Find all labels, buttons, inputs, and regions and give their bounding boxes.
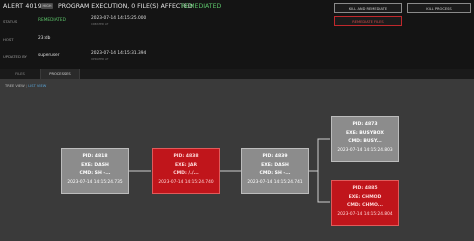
process-node[interactable]: PID: 4873 EXE: BUSYBOX CMD: BUSY... 2023… <box>331 116 399 162</box>
node-time: 2023-07-14 14:15:24.735 <box>67 179 123 185</box>
severity-badge: HIGH <box>41 3 53 9</box>
alert-id: ALERT 40196 <box>3 3 47 10</box>
tree-view-link[interactable]: TREE VIEW <box>5 84 25 88</box>
status-value: REMEDIATED <box>38 18 66 23</box>
status-label: STATUS <box>3 19 18 24</box>
tab-files[interactable]: FILES <box>0 69 40 79</box>
process-node[interactable]: PID: 4839 EXE: DASH CMD: SH -... 2023-07… <box>241 148 309 194</box>
node-cmd: CMD: BUSY... <box>348 139 382 145</box>
node-exe: EXE: CHMOD <box>348 194 382 200</box>
node-exe: EXE: JAR <box>174 162 198 168</box>
node-cmd: CMD: SH -... <box>79 171 111 177</box>
alert-title: PROGRAM EXECUTION, 0 FILE(S) AFFECTED <box>58 3 193 10</box>
node-pid: PID: 4818 <box>82 154 108 159</box>
kill-and-remediate-btn-display[interactable]: KILL AND REMEDIATE <box>334 3 402 13</box>
node-pid: PID: 4839 <box>262 154 288 159</box>
node-time: 2023-07-14 14:15:24.740 <box>158 179 214 185</box>
node-pid: PID: 4885 <box>352 186 378 191</box>
node-exe: EXE: DASH <box>261 162 289 168</box>
view-separator: | <box>25 84 28 88</box>
process-node[interactable]: PID: 4818 EXE: DASH CMD: SH -... 2023-07… <box>61 148 129 194</box>
node-cmd: CMD: SH -... <box>259 171 291 177</box>
host-value[interactable]: 23:db <box>38 36 50 41</box>
node-pid: PID: 4838 <box>173 154 199 159</box>
updated-by-label: UPDATED BY <box>3 54 27 59</box>
node-pid: PID: 4873 <box>352 122 378 127</box>
remediate-files-button[interactable]: REMEDIATE FILES <box>334 16 402 26</box>
view-toggle: TREE VIEW | LIST VIEW <box>5 84 46 88</box>
alert-status: REMEDIATED <box>181 3 222 10</box>
node-cmd: CMD: /./... <box>173 171 199 177</box>
host-label: HOST <box>3 37 14 42</box>
node-time: 2023-07-14 14:15:24.804 <box>337 211 393 217</box>
node-cmd: CMD: CHMO... <box>346 203 384 209</box>
updated-at-value: 2023-07-14 14:15:31.394 <box>91 51 147 56</box>
process-node-malicious[interactable]: PID: 4885 EXE: CHMOD CMD: CHMO... 2023-0… <box>331 180 399 226</box>
node-exe: EXE: BUSYBOX <box>346 130 384 136</box>
node-time: 2023-07-14 14:15:24.803 <box>337 147 393 153</box>
list-view-link[interactable]: LIST VIEW <box>28 84 46 88</box>
node-time: 2023-07-14 14:15:24.741 <box>247 179 303 185</box>
tab-processes[interactable]: PROCESSES <box>40 69 80 79</box>
updated-by-value: superuser <box>38 53 60 58</box>
created-at-label: CREATED AT <box>91 22 109 26</box>
updated-at-label: UPDATED AT <box>91 57 109 61</box>
kill-process-button[interactable]: KILL PROCESS <box>407 3 471 13</box>
node-exe: EXE: DASH <box>81 162 109 168</box>
created-at-value: 2023-07-14 14:15:25.000 <box>91 16 147 21</box>
process-node-malicious[interactable]: PID: 4838 EXE: JAR CMD: /./... 2023-07-1… <box>152 148 220 194</box>
